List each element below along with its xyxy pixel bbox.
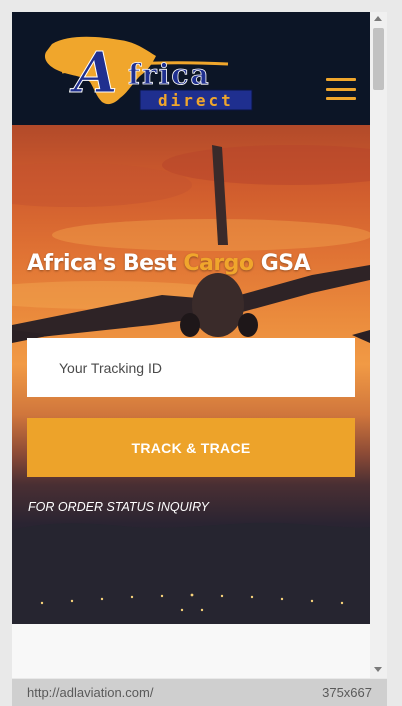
hero-title: Africa's Best Cargo GSA xyxy=(27,251,311,276)
order-status-inquiry-text: FOR ORDER STATUS INQUIRY xyxy=(28,500,210,514)
content-below-hero xyxy=(12,624,370,678)
hero-title-prefix: Africa's Best xyxy=(27,251,184,276)
site-header: A frica direct xyxy=(12,12,370,125)
africa-direct-logo[interactable]: A frica direct xyxy=(28,26,258,112)
hero-title-suffix: GSA xyxy=(253,251,311,276)
status-viewport-size: 375x667 xyxy=(322,685,372,700)
logo-text-direct: direct xyxy=(158,91,234,110)
status-url: http://adlaviation.com/ xyxy=(27,685,154,700)
track-and-trace-button[interactable]: TRACK & TRACE xyxy=(27,418,355,477)
browser-frame: A frica direct Africa's Best Cargo GSA Y… xyxy=(0,0,402,706)
hero-section: Africa's Best Cargo GSA TRACK & TRACE FO… xyxy=(12,125,370,624)
menu-bar xyxy=(326,78,356,81)
vertical-scrollbar[interactable] xyxy=(370,12,387,678)
menu-bar xyxy=(326,87,356,91)
browser-status-bar: http://adlaviation.com/ 375x667 xyxy=(12,679,387,706)
scroll-down-arrow-icon[interactable] xyxy=(374,667,382,672)
menu-bar xyxy=(326,97,356,100)
logo-text-frica: frica xyxy=(128,58,211,91)
hero-title-accent: Cargo xyxy=(183,251,254,276)
page-viewport: A frica direct Africa's Best Cargo GSA Y… xyxy=(12,12,370,678)
hamburger-menu-icon[interactable] xyxy=(326,78,356,100)
scroll-thumb[interactable] xyxy=(373,28,384,90)
tracking-id-input[interactable] xyxy=(27,338,355,397)
logo-letter-a: A xyxy=(69,40,117,106)
scroll-up-arrow-icon[interactable] xyxy=(374,16,382,21)
